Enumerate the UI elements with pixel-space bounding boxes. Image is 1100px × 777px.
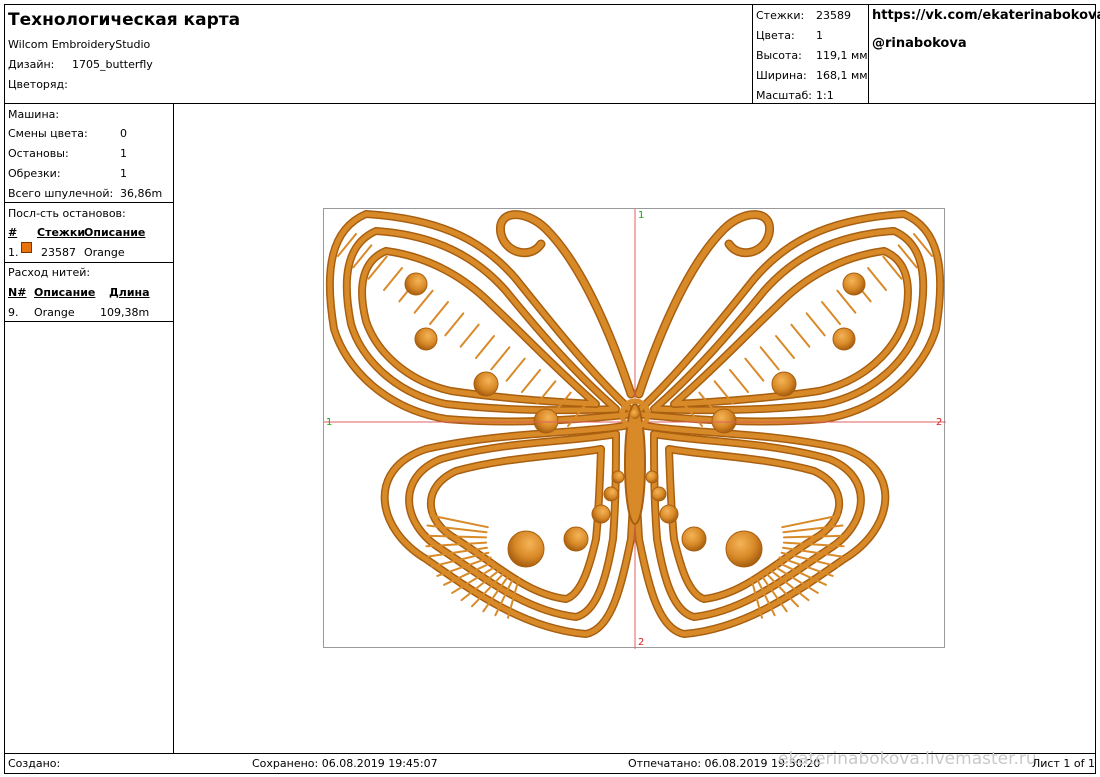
machine-value-color-changes: 0 bbox=[120, 127, 127, 140]
sidebar-sep-2 bbox=[4, 262, 174, 263]
stop-sequence-title: Посл-сть остановов: bbox=[8, 207, 126, 220]
stat-label-colors: Цвета: bbox=[756, 29, 795, 42]
axis-marker-right: 2 bbox=[936, 417, 943, 428]
border-left bbox=[4, 4, 5, 774]
stat-value-height: 119,1 мм bbox=[816, 49, 868, 62]
sidebar-divider bbox=[173, 103, 174, 754]
thread-row-length: 109,38m bbox=[100, 306, 150, 319]
stat-label-stitches: Стежки: bbox=[756, 9, 805, 22]
stop-row-description: Orange bbox=[84, 246, 125, 259]
design-name: 1705_butterfly bbox=[72, 58, 153, 71]
machine-value-trims: 1 bbox=[120, 167, 127, 180]
machine-title: Машина: bbox=[8, 108, 60, 121]
machine-value-stops: 1 bbox=[120, 147, 127, 160]
stop-header-num: # bbox=[8, 226, 18, 239]
stat-label-scale: Масштаб: bbox=[756, 89, 812, 102]
stop-row-stitches: 23587 bbox=[41, 246, 76, 259]
software-name: Wilcom EmbroideryStudio bbox=[8, 38, 151, 51]
stat-label-height: Высота: bbox=[756, 49, 802, 62]
page-title: Технологическая карта bbox=[8, 10, 241, 30]
vk-link[interactable]: https://vk.com/ekaterinabokova bbox=[872, 8, 1100, 23]
machine-value-bobbin: 36,86m bbox=[120, 187, 163, 200]
butterfly-embroidery-image bbox=[324, 209, 946, 649]
axis-marker-left: 1 bbox=[326, 417, 333, 428]
stats-divider-left bbox=[752, 4, 753, 104]
stop-row-num: 1. bbox=[8, 246, 19, 259]
colorway-label: Цветоряд: bbox=[8, 78, 68, 91]
thread-header-length: Длина bbox=[109, 286, 150, 299]
thread-row-num: 9. bbox=[8, 306, 19, 319]
stat-value-width: 168,1 мм bbox=[816, 69, 868, 82]
machine-label-color-changes: Смены цвета: bbox=[8, 127, 88, 140]
footer-page-number: Лист 1 of 1 bbox=[1032, 757, 1095, 770]
machine-label-bobbin: Всего шпулечной: bbox=[8, 187, 114, 200]
axis-marker-bottom: 2 bbox=[638, 637, 645, 648]
design-preview: 1 1 2 2 bbox=[323, 208, 946, 649]
border-bottom bbox=[4, 773, 1096, 774]
machine-label-stops: Остановы: bbox=[8, 147, 69, 160]
machine-label-trims: Обрезки: bbox=[8, 167, 61, 180]
stat-value-stitches: 23589 bbox=[816, 9, 851, 22]
footer-watermark: ekaterinabokova.livemaster.ru bbox=[778, 749, 1037, 769]
footer-created: Создано: bbox=[8, 757, 61, 770]
stat-value-scale: 1:1 bbox=[816, 89, 834, 102]
stop-header-stitches: Стежки bbox=[37, 226, 86, 239]
thread-header-description: Описание bbox=[34, 286, 96, 299]
stat-value-colors: 1 bbox=[816, 29, 823, 42]
border-top bbox=[4, 4, 1096, 5]
thread-header-num: N# bbox=[8, 286, 27, 299]
thread-usage-title: Расход нитей: bbox=[8, 266, 91, 279]
color-swatch bbox=[21, 242, 32, 253]
stat-label-width: Ширина: bbox=[756, 69, 807, 82]
thread-row-description: Orange bbox=[34, 306, 75, 319]
stats-divider-right bbox=[868, 4, 869, 104]
design-label: Дизайн: bbox=[8, 58, 55, 71]
author-handle: @rinabokova bbox=[872, 36, 967, 51]
header-divider bbox=[4, 103, 1096, 104]
axis-marker-top: 1 bbox=[638, 210, 645, 221]
footer-saved: Сохранено: 06.08.2019 19:45:07 bbox=[252, 757, 438, 770]
border-right bbox=[1095, 4, 1096, 774]
sidebar-sep-1 bbox=[4, 202, 174, 203]
sidebar-sep-3 bbox=[4, 321, 174, 322]
stop-header-description: Описание bbox=[84, 226, 146, 239]
